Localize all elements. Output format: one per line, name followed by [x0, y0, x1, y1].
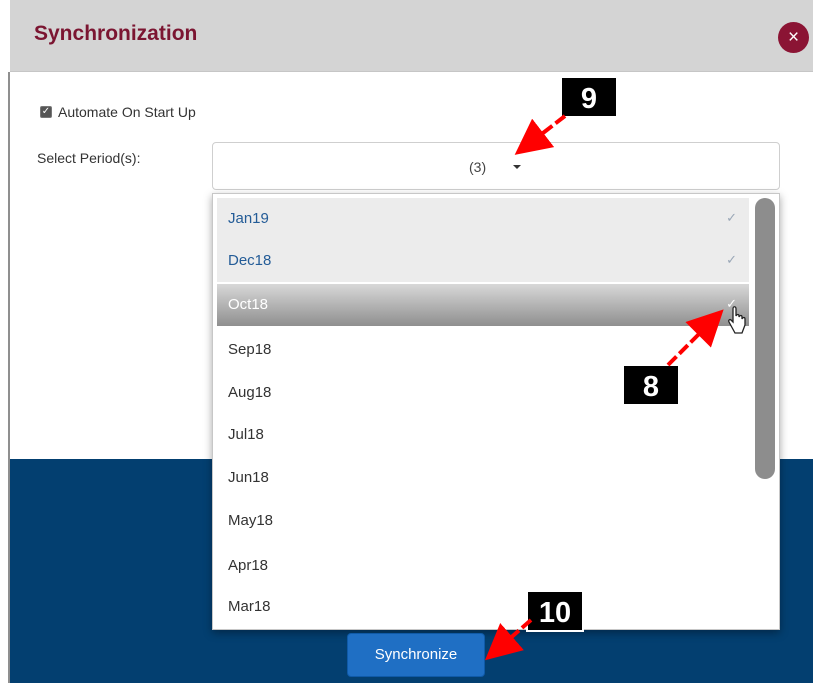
automate-checkbox-row[interactable]: ✓ Automate On Start Up — [40, 104, 196, 120]
dialog-title: Synchronization — [34, 22, 198, 45]
period-label: Select Period(s): — [37, 150, 141, 166]
period-option-label: Mar18 — [228, 598, 271, 615]
period-option-label: Sep18 — [228, 341, 272, 358]
period-option-label: May18 — [228, 512, 274, 529]
period-option-dec18[interactable]: Dec18 ✓ — [217, 240, 749, 282]
period-option-label: Jun18 — [228, 469, 269, 486]
check-icon: ✓ — [726, 210, 737, 225]
checkbox-icon[interactable]: ✓ — [40, 106, 52, 118]
synchronize-button[interactable]: Synchronize — [347, 633, 485, 677]
check-icon: ✓ — [726, 252, 737, 267]
period-option-jul18[interactable]: Jul18 — [217, 414, 749, 456]
period-option-mar18[interactable]: Mar18 — [217, 586, 749, 628]
dropdown-scrollbar[interactable] — [755, 198, 775, 479]
period-select[interactable]: (3) — [212, 142, 780, 190]
synchronization-dialog: Synchronization × ✓ Automate On Start Up… — [0, 0, 813, 683]
period-option-label: Oct18 — [228, 296, 269, 313]
period-option-label: Aug18 — [228, 384, 272, 401]
period-option-label: Apr18 — [228, 557, 269, 574]
period-option-label: Jul18 — [228, 426, 264, 443]
step-8-badge: 8 — [622, 364, 680, 406]
caret-down-icon[interactable] — [513, 165, 521, 169]
period-option-label: Jan19 — [228, 210, 269, 227]
period-option-label: Dec18 — [228, 252, 272, 269]
automate-label: Automate On Start Up — [58, 104, 196, 120]
dialog-header: Synchronization × — [10, 0, 813, 72]
period-option-may18[interactable]: May18 — [217, 500, 749, 542]
period-option-oct18[interactable]: Oct18 ✓ — [217, 284, 749, 326]
step-10-badge: 10 — [526, 590, 584, 632]
period-option-jun18[interactable]: Jun18 — [217, 457, 749, 499]
selected-period-count: (3) — [469, 159, 487, 175]
close-icon[interactable]: × — [778, 22, 809, 53]
period-option-jan19[interactable]: Jan19 ✓ — [217, 198, 749, 240]
period-option-apr18[interactable]: Apr18 — [217, 545, 749, 587]
step-9-badge: 9 — [560, 76, 618, 118]
hand-cursor-icon — [728, 306, 746, 334]
period-dropdown[interactable]: Jan19 ✓ Dec18 ✓ Oct18 ✓ Sep18 Aug18 Jul1… — [212, 193, 780, 630]
